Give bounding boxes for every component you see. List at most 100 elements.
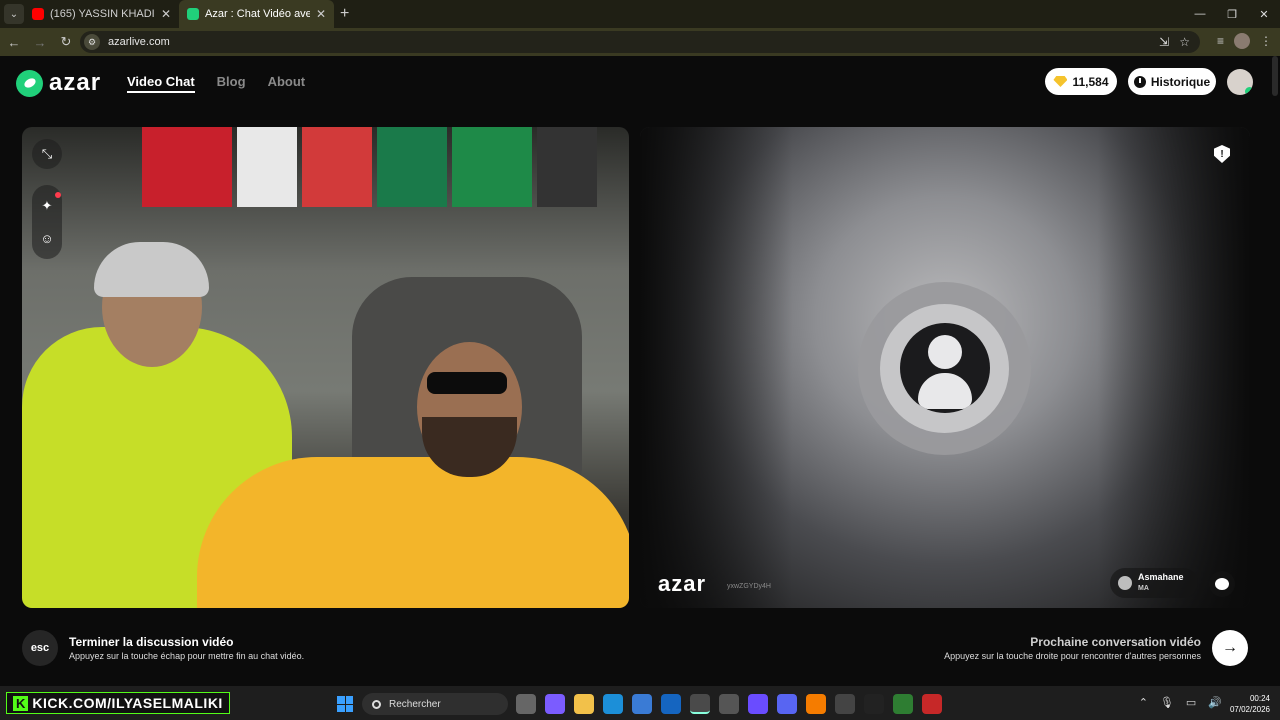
stream-overlay: K KICK.COM/ILYASELMALIKI bbox=[6, 692, 230, 714]
outlook-icon[interactable] bbox=[661, 694, 681, 714]
volume-icon[interactable]: 🔊 bbox=[1208, 696, 1222, 709]
app-icon[interactable] bbox=[864, 694, 884, 714]
site-info-icon[interactable]: ⚙ bbox=[84, 34, 100, 50]
profile-avatar[interactable] bbox=[1234, 33, 1250, 49]
tab-title: (165) YASSIN KHADIRI - YouTube bbox=[50, 8, 155, 20]
page-scrollbar[interactable] bbox=[1272, 56, 1278, 96]
minimize-icon[interactable]: — bbox=[1184, 0, 1216, 28]
app-icon[interactable] bbox=[719, 694, 739, 714]
youtube-icon bbox=[32, 8, 44, 20]
taskbar-apps bbox=[516, 694, 942, 714]
gem-count: 11,584 bbox=[1072, 74, 1109, 89]
app-icon[interactable] bbox=[893, 694, 913, 714]
network-icon[interactable]: ▭ bbox=[1186, 696, 1196, 709]
windows-start-icon[interactable] bbox=[337, 696, 353, 712]
kick-logo-icon: K bbox=[13, 695, 29, 711]
reading-list-icon[interactable]: ≡ bbox=[1217, 34, 1224, 48]
video-tools: ⤡ ✦ ☺ bbox=[32, 139, 64, 259]
task-view-icon[interactable] bbox=[516, 694, 536, 714]
back-icon[interactable]: ← bbox=[2, 30, 26, 54]
store-icon[interactable] bbox=[632, 694, 652, 714]
nav-blog[interactable]: Blog bbox=[217, 74, 246, 93]
peer-info[interactable]: Asmahane MA bbox=[1110, 568, 1198, 598]
forward-icon[interactable]: → bbox=[28, 30, 52, 54]
close-window-icon[interactable]: ✕ bbox=[1248, 0, 1280, 28]
file-explorer-icon[interactable] bbox=[574, 694, 594, 714]
logo-text: azar bbox=[49, 69, 102, 96]
nav-about[interactable]: About bbox=[268, 74, 306, 93]
discord-icon[interactable] bbox=[777, 694, 797, 714]
chat-bubble-icon bbox=[1215, 578, 1229, 590]
chrome-icon[interactable] bbox=[690, 694, 710, 714]
local-video: ⤡ ✦ ☺ bbox=[22, 127, 629, 608]
install-app-icon[interactable]: ⇲ bbox=[1159, 35, 1169, 49]
azar-page: azar Video Chat Blog About 11,584 Histor… bbox=[0, 56, 1280, 686]
copilot-icon[interactable] bbox=[545, 694, 565, 714]
browser-tab-bar: ⌄ (165) YASSIN KHADIRI - YouTube ✕ Azar … bbox=[0, 0, 1280, 28]
remote-video: ! azar yxwZGYDy4H Asmahane MA bbox=[640, 127, 1250, 608]
tab-search-button[interactable]: ⌄ bbox=[4, 4, 24, 24]
new-tab-button[interactable]: + bbox=[340, 5, 349, 23]
next-chat-button[interactable]: → bbox=[1212, 630, 1248, 666]
tab-youtube[interactable]: (165) YASSIN KHADIRI - YouTube ✕ bbox=[24, 0, 179, 28]
user-icon-head bbox=[928, 335, 962, 369]
end-chat-title: Terminer la discussion vidéo bbox=[69, 635, 234, 649]
jersey-decor bbox=[237, 127, 297, 207]
menu-icon[interactable]: ⋮ bbox=[1260, 34, 1272, 48]
restore-icon[interactable]: ❐ bbox=[1216, 0, 1248, 28]
next-chat-title: Prochaine conversation vidéo bbox=[1030, 635, 1201, 649]
jersey-decor bbox=[452, 127, 532, 207]
overlay-text: KICK.COM/ILYASELMALIKI bbox=[32, 695, 223, 711]
placeholder-avatar bbox=[900, 323, 990, 413]
gem-icon bbox=[1053, 76, 1068, 87]
gem-balance-button[interactable]: 11,584 bbox=[1045, 68, 1117, 95]
notification-dot bbox=[55, 192, 61, 198]
azar-watermark: azar bbox=[658, 571, 707, 596]
close-icon[interactable]: ✕ bbox=[161, 7, 171, 21]
game-icon[interactable] bbox=[748, 694, 768, 714]
address-bar[interactable]: ⚙ azarlive.com ⇲ ☆ bbox=[80, 31, 1200, 53]
close-icon[interactable]: ✕ bbox=[316, 7, 326, 21]
bookmark-star-icon[interactable]: ☆ bbox=[1179, 35, 1190, 49]
minimize-video-icon[interactable]: ⤡ bbox=[32, 139, 62, 169]
clock-time: 00:24 bbox=[1249, 694, 1270, 703]
clock-icon bbox=[1133, 75, 1146, 88]
user-avatar[interactable] bbox=[1227, 69, 1253, 95]
reload-icon[interactable]: ↻ bbox=[54, 30, 78, 54]
session-id: yxwZGYDy4H bbox=[727, 583, 771, 590]
tab-title: Azar : Chat Vidéo avec de n bbox=[205, 8, 310, 20]
main-nav: Video Chat Blog About bbox=[127, 74, 305, 93]
end-chat-subtitle: Appuyez sur la touche échap pour mettre … bbox=[69, 651, 305, 661]
sunglasses bbox=[427, 372, 507, 394]
history-button[interactable]: Historique bbox=[1128, 68, 1216, 95]
taskbar-search[interactable]: Rechercher bbox=[362, 693, 508, 715]
face-filter-icon[interactable]: ☺ bbox=[32, 223, 62, 253]
nav-video-chat[interactable]: Video Chat bbox=[127, 74, 195, 93]
system-tray: ⌃ 🎙 ▭ 🔊 bbox=[1139, 696, 1222, 709]
search-icon bbox=[372, 699, 381, 709]
user-icon-body bbox=[918, 373, 972, 409]
app-icon[interactable] bbox=[922, 694, 942, 714]
history-label: Historique bbox=[1150, 74, 1211, 89]
tab-azar[interactable]: Azar : Chat Vidéo avec de n ✕ bbox=[179, 0, 334, 28]
jersey-decor bbox=[302, 127, 372, 207]
azar-logo-icon bbox=[16, 69, 43, 97]
window-controls: — ❐ ✕ bbox=[1184, 0, 1280, 28]
chevron-up-icon[interactable]: ⌃ bbox=[1139, 696, 1148, 709]
jersey-decor bbox=[377, 127, 447, 207]
site-header: azar Video Chat Blog About 11,584 Histor… bbox=[0, 56, 1280, 108]
jersey-decor bbox=[142, 127, 232, 207]
chat-button[interactable] bbox=[1209, 571, 1235, 597]
app-icon[interactable] bbox=[835, 694, 855, 714]
microphone-icon[interactable]: 🎙 bbox=[1160, 696, 1174, 709]
person-right-jacket bbox=[197, 457, 629, 608]
azar-logo[interactable]: azar bbox=[16, 69, 101, 97]
taskbar-clock[interactable]: 00:24 07/02/2026 bbox=[1230, 693, 1270, 715]
azar-icon bbox=[187, 8, 199, 20]
browser-toolbar: ← → ↻ ⚙ azarlive.com ⇲ ☆ ≡ ⋮ bbox=[0, 28, 1280, 56]
jersey-decor bbox=[537, 127, 597, 207]
clock-date: 07/02/2026 bbox=[1229, 705, 1270, 714]
end-chat-button[interactable]: esc bbox=[22, 630, 58, 666]
app-icon[interactable] bbox=[806, 694, 826, 714]
edge-icon[interactable] bbox=[603, 694, 623, 714]
